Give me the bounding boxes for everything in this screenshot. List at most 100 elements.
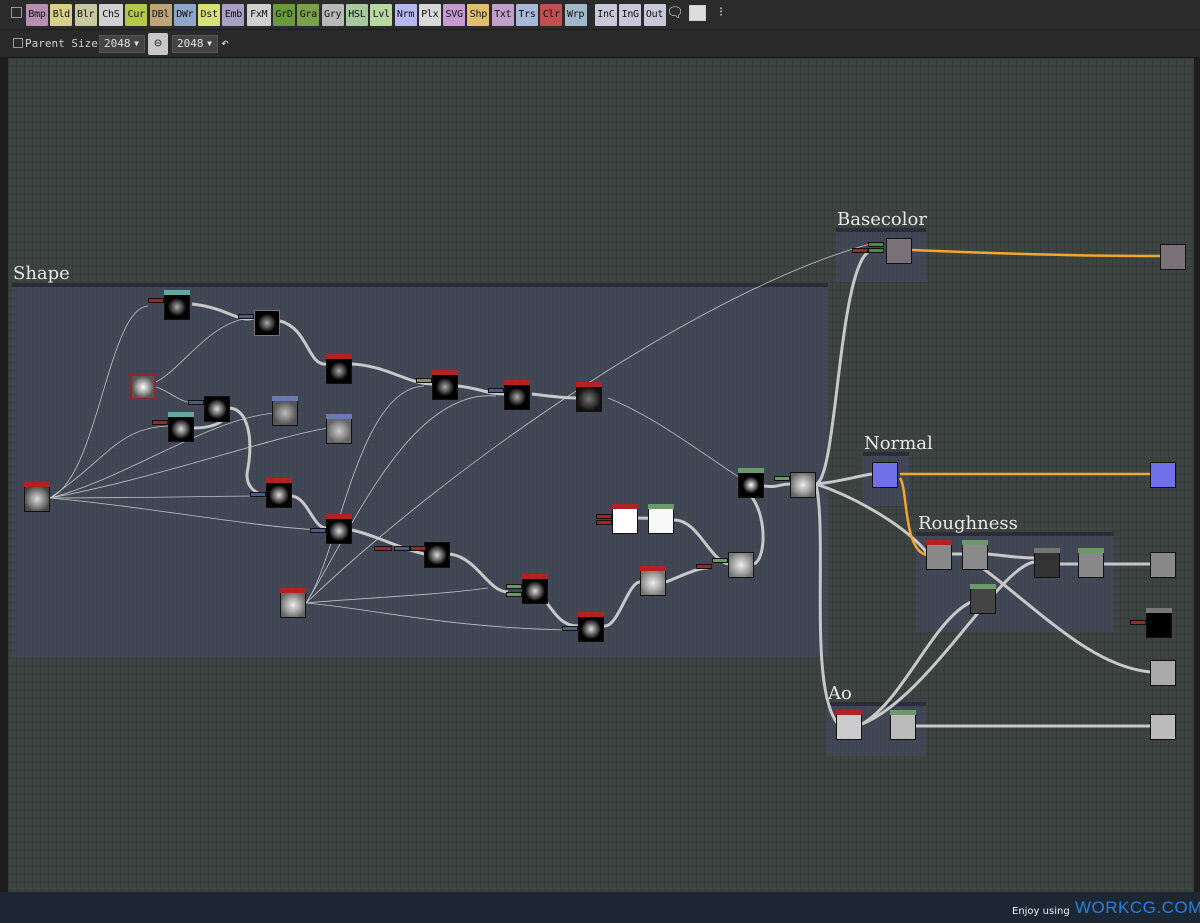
input-pin[interactable]: [374, 546, 392, 551]
node-noise-3[interactable]: [280, 588, 306, 618]
node-gradient[interactable]: [648, 504, 674, 534]
node-button-inc[interactable]: InC: [594, 4, 617, 26]
frame-icon[interactable]: [689, 5, 706, 21]
input-pin[interactable]: [774, 476, 790, 481]
node-ao-levels[interactable]: [890, 710, 916, 740]
detach-params-icon[interactable]: [13, 38, 23, 48]
node-levels-5[interactable]: [326, 514, 352, 544]
node-button-wrp[interactable]: Wrp: [564, 4, 587, 26]
node-button-fxm[interactable]: FxM: [246, 4, 271, 26]
node-blend-1[interactable]: [522, 574, 548, 604]
input-pin[interactable]: [868, 242, 884, 247]
input-pin[interactable]: [868, 248, 884, 253]
detach-toolbar-icon[interactable]: [11, 7, 22, 18]
input-pin[interactable]: [488, 388, 504, 393]
node-warp-1[interactable]: [254, 310, 280, 336]
input-pin[interactable]: [152, 420, 168, 425]
output-metallic[interactable]: [1146, 608, 1172, 638]
input-pin[interactable]: [188, 400, 204, 405]
height-select[interactable]: 2048 ▼: [172, 35, 218, 53]
output-height[interactable]: [1150, 660, 1176, 686]
node-button-dst[interactable]: Dst: [198, 4, 221, 26]
input-pin[interactable]: [250, 492, 266, 497]
node-button-nrm[interactable]: Nrm: [394, 4, 417, 26]
node-dust[interactable]: [576, 382, 602, 412]
input-pin[interactable]: [696, 564, 712, 569]
input-pin[interactable]: [238, 314, 254, 319]
input-pin[interactable]: [506, 592, 522, 597]
node-button-clr[interactable]: Clr: [540, 4, 563, 26]
node-levels-4[interactable]: [266, 478, 292, 508]
node-ao[interactable]: [836, 710, 862, 740]
node-uniform-color[interactable]: [612, 504, 638, 534]
input-pin[interactable]: [712, 558, 728, 563]
node-blur-2[interactable]: [168, 412, 194, 442]
node-button-chs[interactable]: ChS: [98, 4, 123, 26]
node-roughness-levels[interactable]: [1034, 548, 1060, 578]
node-button-svg[interactable]: SVG: [443, 4, 466, 26]
node-height-output[interactable]: [790, 472, 816, 498]
input-pin[interactable]: [562, 626, 578, 631]
width-select[interactable]: 2048 ▼: [99, 35, 145, 53]
brand-watermark: WORKCG.COM: [1075, 898, 1200, 917]
node-levels-1[interactable]: [326, 354, 352, 384]
node-button-gra[interactable]: Gra: [297, 4, 320, 26]
output-basecolor[interactable]: [1160, 244, 1186, 270]
node-button-trs[interactable]: Trs: [516, 4, 538, 26]
node-button-bmp[interactable]: Bmp: [26, 4, 48, 26]
input-pin[interactable]: [310, 528, 326, 533]
node-directional-warp[interactable]: [204, 396, 230, 422]
input-pin[interactable]: [148, 298, 164, 303]
input-pin[interactable]: [852, 248, 868, 253]
node-button-emb[interactable]: Emb: [222, 4, 245, 26]
node-button-gry[interactable]: Gry: [321, 4, 344, 26]
pin-icon[interactable]: ⁝: [719, 5, 723, 20]
node-button-plx[interactable]: Plx: [418, 4, 441, 26]
input-pin[interactable]: [506, 584, 522, 589]
node-basecolor-gradient[interactable]: [886, 238, 912, 264]
node-blend-2[interactable]: [578, 612, 604, 642]
node-noise-2[interactable]: [326, 414, 352, 444]
node-blend-3[interactable]: [728, 552, 754, 578]
node-levels-3[interactable]: [504, 380, 530, 410]
node-button-grd[interactable]: GrD: [273, 4, 295, 26]
node-button-lvl[interactable]: Lvl: [370, 4, 393, 26]
node-shape-source[interactable]: [130, 374, 156, 400]
input-pin[interactable]: [416, 378, 432, 383]
output-ao[interactable]: [1150, 714, 1176, 740]
node-button-out[interactable]: Out: [643, 4, 666, 26]
node-button-bld[interactable]: Bld: [50, 4, 73, 26]
chain-link-icon[interactable]: ⊖: [148, 33, 168, 55]
output-normal[interactable]: [1150, 462, 1176, 488]
graph-canvas[interactable]: Shape Basecolor Normal Roughness Ao: [8, 58, 1194, 892]
input-pin[interactable]: [1130, 620, 1146, 625]
node-edge-detect[interactable]: [738, 468, 764, 498]
node-warp-2[interactable]: [424, 542, 450, 568]
right-border: [1194, 58, 1200, 892]
node-button-blr[interactable]: Blr: [74, 4, 97, 26]
node-levels-6[interactable]: [640, 566, 666, 596]
node-noise-source[interactable]: [24, 482, 50, 512]
input-pin[interactable]: [394, 546, 410, 551]
node-blur-1[interactable]: [164, 290, 190, 320]
input-pin[interactable]: [596, 520, 612, 525]
undo-icon[interactable]: ↶: [221, 36, 229, 51]
node-button-txt[interactable]: Txt: [491, 4, 514, 26]
node-noise-1[interactable]: [272, 396, 298, 426]
node-roughness-blend[interactable]: [926, 540, 952, 570]
node-roughness-dirt[interactable]: [970, 584, 996, 614]
node-button-dwr[interactable]: DWr: [173, 4, 196, 26]
node-button-shp[interactable]: Shp: [467, 4, 490, 26]
node-normal[interactable]: [872, 462, 898, 488]
output-roughness[interactable]: [1150, 552, 1176, 578]
input-pin[interactable]: [596, 514, 612, 519]
node-button-ing[interactable]: InG: [619, 4, 642, 26]
node-button-dbl[interactable]: DBl: [149, 4, 172, 26]
node-button-cur[interactable]: Cur: [125, 4, 148, 26]
node-roughness-gradient[interactable]: [962, 540, 988, 570]
input-pin[interactable]: [410, 546, 426, 551]
comment-icon[interactable]: 🗨: [666, 5, 684, 21]
node-levels-2[interactable]: [432, 370, 458, 400]
node-roughness-blend-2[interactable]: [1078, 548, 1104, 578]
node-button-hsl[interactable]: HSL: [345, 4, 368, 26]
